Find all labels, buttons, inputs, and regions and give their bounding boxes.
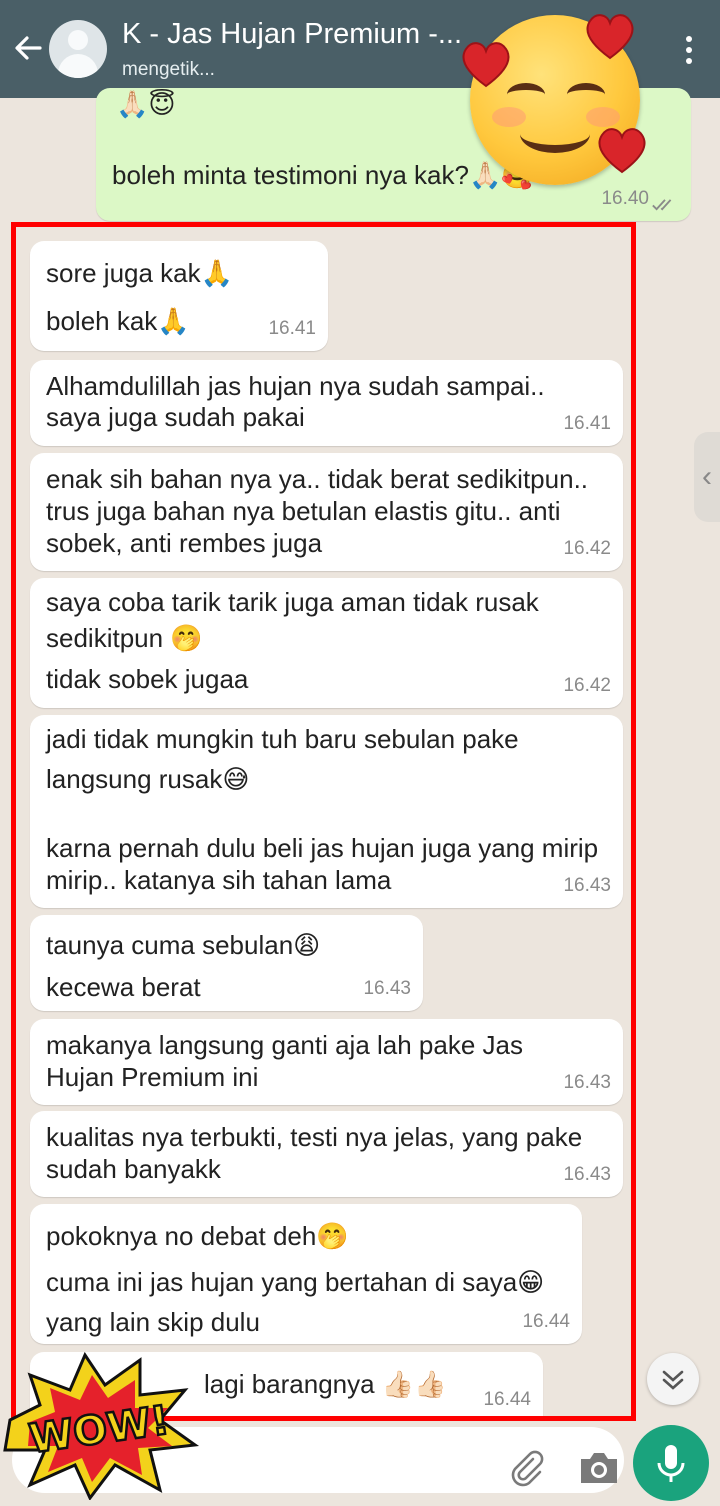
- incoming-message[interactable]: jadi tidak mungkin tuh baru sebulan pake…: [30, 715, 623, 908]
- message-text: makanya langsung ganti aja lah pake Jas: [46, 1030, 523, 1060]
- double-chevron-down-icon: [662, 1370, 684, 1390]
- back-arrow-icon[interactable]: [12, 32, 44, 64]
- message-text: cuma ini jas hujan yang bertahan di saya…: [46, 1267, 545, 1297]
- message-text: Hujan Premium ini: [46, 1062, 259, 1092]
- message-text: kecewa berat: [46, 972, 201, 1002]
- message-time: 16.43: [563, 1072, 611, 1093]
- message-time: 16.42: [563, 675, 611, 696]
- incoming-message[interactable]: enak sih bahan nya ya.. tidak berat sedi…: [30, 453, 623, 571]
- message-text: boleh minta testimoni nya kak?🙏🏻🥰: [112, 160, 534, 190]
- message-text: boleh kak🙏: [46, 306, 190, 336]
- heart-icon: [586, 14, 634, 60]
- message-text: sore juga kak🙏: [46, 258, 234, 288]
- mic-button[interactable]: [633, 1425, 709, 1501]
- incoming-message[interactable]: sore juga kak🙏 boleh kak🙏 16.41: [30, 241, 328, 351]
- message-time: 16.44: [522, 1311, 570, 1332]
- message-text: yang lain skip dulu: [46, 1307, 260, 1337]
- incoming-message[interactable]: pokoknya no debat deh🤭 cuma ini jas huja…: [30, 1204, 582, 1344]
- incoming-message[interactable]: taunya cuma sebulan😩 kecewa berat 16.43: [30, 915, 423, 1011]
- avatar[interactable]: [49, 20, 107, 78]
- incoming-message[interactable]: saya coba tarik tarik juga aman tidak ru…: [30, 578, 623, 708]
- message-text: mirip.. katanya sih tahan lama: [46, 865, 392, 895]
- heart-icon: [462, 42, 510, 88]
- message-text: lagi barangnya 👍🏻👍🏻: [204, 1369, 447, 1399]
- message-time: 16.41: [563, 413, 611, 434]
- read-receipt-icon: [652, 199, 672, 211]
- message-time: 16.43: [563, 875, 611, 896]
- incoming-message[interactable]: Alhamdulillah jas hujan nya sudah sampai…: [30, 360, 623, 446]
- message-text: 🙏🏻😇: [116, 89, 176, 119]
- mic-icon: [657, 1445, 685, 1482]
- message-time: 16.42: [563, 538, 611, 559]
- chat-area: 🙏🏻😇 boleh minta testimoni nya kak?🙏🏻🥰 16…: [0, 88, 720, 1418]
- side-panel-handle[interactable]: ‹: [694, 432, 720, 522]
- incoming-message[interactable]: kualitas nya terbukti, testi nya jelas, …: [30, 1111, 623, 1197]
- message-text: kualitas nya terbukti, testi nya jelas, …: [46, 1122, 583, 1152]
- message-time: 16.43: [563, 1164, 611, 1185]
- message-text: sudah banyakk: [46, 1154, 221, 1184]
- scroll-down-button[interactable]: [647, 1353, 699, 1405]
- message-time: 16.44: [483, 1389, 531, 1410]
- chat-title[interactable]: K - Jas Hujan Premium -...: [122, 18, 462, 51]
- message-text: sobek, anti rembes juga: [46, 528, 323, 558]
- message-text: taunya cuma sebulan😩: [46, 930, 321, 960]
- incoming-message[interactable]: makanya langsung ganti aja lah pake Jas …: [30, 1019, 623, 1105]
- message-text: langsung rusak😅: [46, 764, 250, 794]
- camera-icon[interactable]: [577, 1447, 621, 1487]
- message-text: saya juga sudah pakai: [46, 402, 305, 432]
- message-time: 16.43: [363, 978, 411, 999]
- message-text: sedikitpun 🤭: [46, 623, 203, 653]
- wow-sticker: WOW!: [3, 1351, 200, 1500]
- message-time: 16.40: [601, 188, 649, 209]
- more-vert-icon[interactable]: [686, 36, 694, 66]
- message-text: trus juga bahan nya betulan elastis gitu…: [46, 496, 561, 526]
- heart-icon: [598, 128, 646, 174]
- message-text: pokoknya no debat deh🤭: [46, 1221, 349, 1251]
- avatar-icon: [68, 30, 88, 50]
- message-text: jadi tidak mungkin tuh baru sebulan pake: [46, 724, 519, 754]
- message-text: saya coba tarik tarik juga aman tidak ru…: [46, 587, 539, 617]
- message-text: enak sih bahan nya ya.. tidak berat sedi…: [46, 464, 589, 494]
- message-text: Alhamdulillah jas hujan nya sudah sampai…: [46, 371, 545, 401]
- attach-icon[interactable]: [506, 1447, 546, 1487]
- message-text: tidak sobek jugaa: [46, 664, 249, 694]
- message-text: karna pernah dulu beli jas hujan juga ya…: [46, 833, 599, 863]
- message-time: 16.41: [268, 318, 316, 339]
- typing-status: mengetik...: [122, 59, 215, 80]
